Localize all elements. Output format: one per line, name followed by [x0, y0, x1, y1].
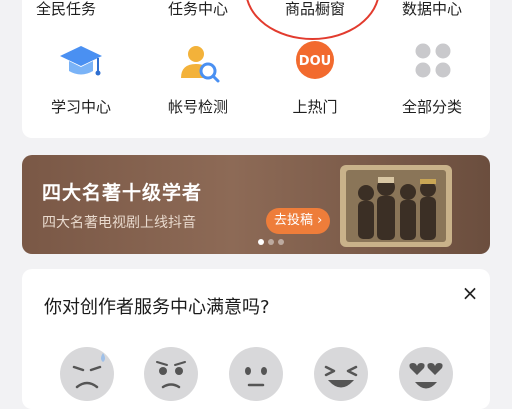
- close-icon[interactable]: ×: [458, 281, 482, 305]
- banner-photo-image: [340, 165, 452, 247]
- account-check-icon[interactable]: [176, 40, 222, 86]
- tools-card: 全民任务 任务中心 商品橱窗 数据中心 DOU 学习中心 帐号检测 上热门 全部…: [22, 0, 490, 138]
- tool-learning-center[interactable]: 学习中心: [22, 96, 140, 117]
- tool-data-center[interactable]: 数据中心: [373, 0, 491, 19]
- carousel-indicator: [258, 239, 284, 245]
- grid-dots-icon[interactable]: [410, 40, 456, 86]
- very-satisfied-emoji[interactable]: [397, 345, 455, 403]
- tool-go-trending[interactable]: 上热门: [256, 96, 374, 117]
- satisfied-emoji[interactable]: [312, 345, 370, 403]
- carousel-dot[interactable]: [268, 239, 274, 245]
- very-dissatisfied-emoji[interactable]: [58, 345, 116, 403]
- tool-account-check[interactable]: 帐号检测: [139, 96, 257, 117]
- dou-plus-icon[interactable]: DOU: [292, 40, 338, 86]
- tool-task-center[interactable]: 任务中心: [139, 0, 257, 19]
- carousel-dot[interactable]: [258, 239, 264, 245]
- survey-card: 你对创作者服务中心满意吗? ×: [22, 269, 490, 409]
- tool-all-categories[interactable]: 全部分类: [373, 96, 491, 117]
- promo-banner[interactable]: 四大名著十级学者 四大名著电视剧上线抖音 去投稿 ›: [22, 155, 490, 254]
- tool-all-tasks[interactable]: 全民任务: [7, 0, 125, 19]
- neutral-emoji[interactable]: [227, 345, 285, 403]
- banner-title: 四大名著十级学者: [42, 182, 203, 204]
- dissatisfied-emoji[interactable]: [142, 345, 200, 403]
- carousel-dot[interactable]: [278, 239, 284, 245]
- dou-badge-text: DOU: [299, 54, 331, 69]
- graduation-cap-icon[interactable]: [58, 40, 104, 86]
- banner-subtitle: 四大名著电视剧上线抖音: [42, 215, 196, 231]
- submit-button[interactable]: 去投稿 ›: [266, 208, 331, 234]
- survey-question: 你对创作者服务中心满意吗?: [44, 297, 270, 318]
